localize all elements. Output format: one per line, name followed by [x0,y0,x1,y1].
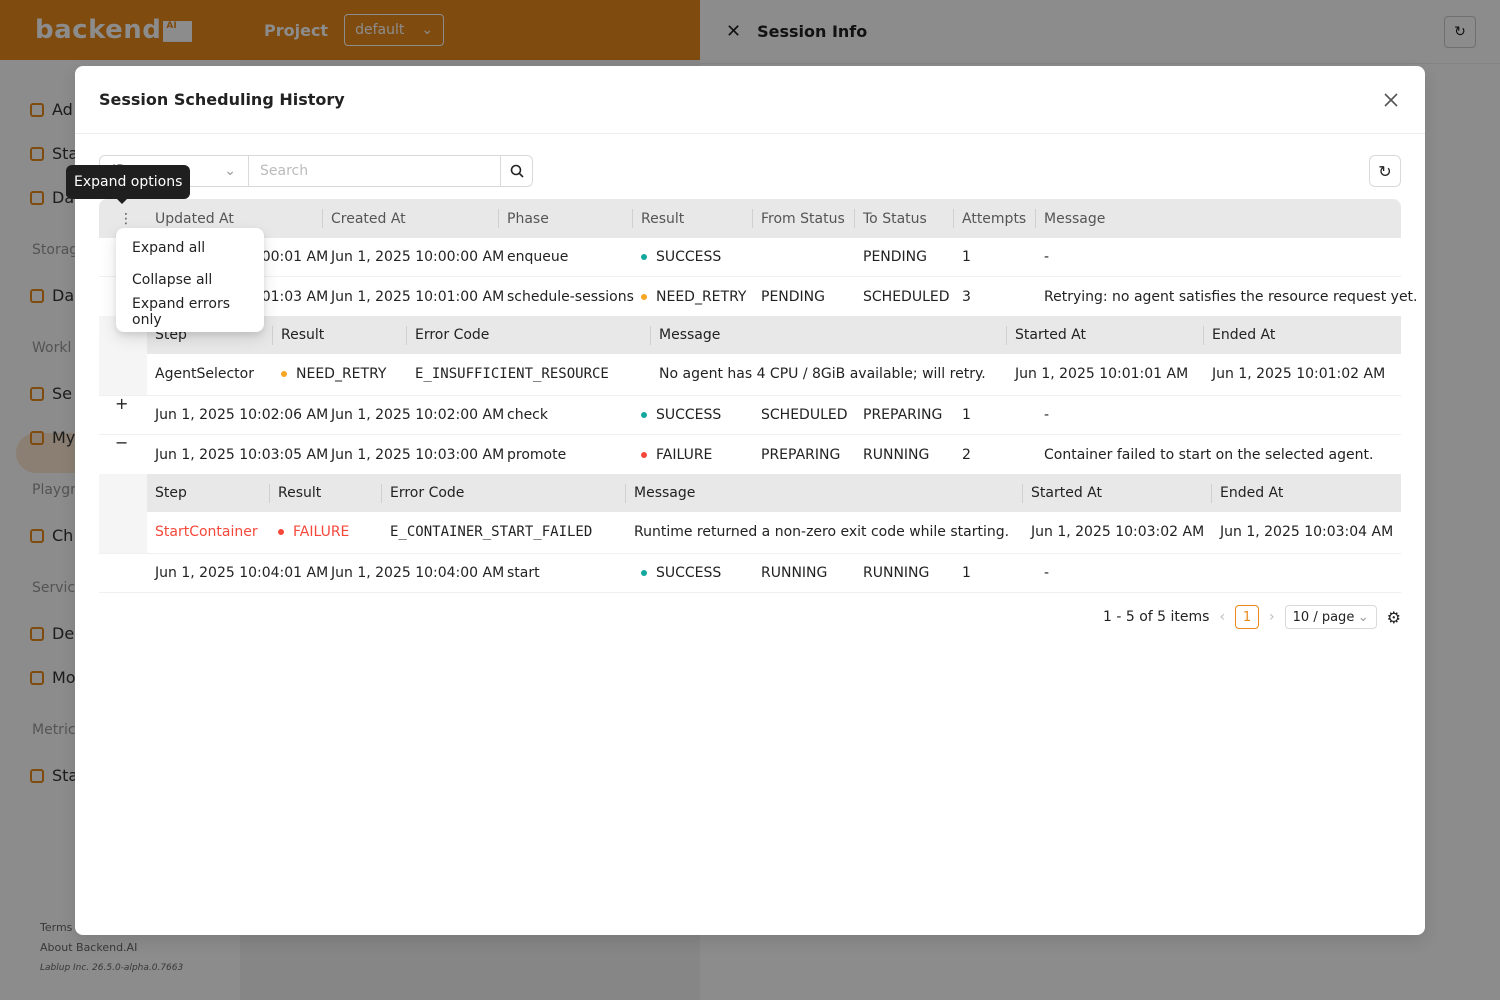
chevron-down-icon: ⌄ [224,163,236,179]
result-badge: SUCCESS [641,238,721,276]
expand-options-menu: Expand all Collapse all Expand errors on… [116,228,264,332]
column-header[interactable]: To Status [863,199,927,238]
collapse-row-button[interactable]: − [115,435,131,451]
column-header[interactable]: Phase [507,199,549,238]
status-dot [278,529,284,535]
status-dot [281,371,287,377]
modal-title: Session Scheduling History [99,90,345,109]
pagination: 1 - 5 of 5 items ‹ 1 › 10 / page ⌄ ⚙ [1103,605,1401,629]
column-header[interactable]: From Status [761,199,845,238]
result-badge: SUCCESS [641,396,721,434]
refresh-icon: ↻ [1378,161,1392,181]
table-row[interactable]: Jun 1, 2025 10:01:03 AM Jun 1, 2025 10:0… [99,277,1418,316]
menu-item-collapse-all[interactable]: Collapse all [116,264,264,296]
sub-table-row: AgentSelector NEED_RETRY E_INSUFFICIENT_… [147,354,1401,394]
sub-table-header: Step Result Error Code Message Started A… [147,474,1401,512]
pagination-summary: 1 - 5 of 5 items [1102,609,1210,625]
menu-item-expand-all[interactable]: Expand all [116,232,264,264]
scheduling-history-modal: Session Scheduling History ID ⌄ Search ↻… [75,66,1425,935]
result-badge: FAILURE [641,435,712,474]
status-dot [641,570,647,576]
refresh-button[interactable]: ↻ [1369,155,1401,187]
result-badge: SUCCESS [641,554,721,592]
page-size-select[interactable]: 10 / page ⌄ [1284,605,1377,629]
gear-icon[interactable]: ⚙ [1387,608,1401,627]
close-icon[interactable] [1381,90,1401,110]
table-header: ⋮ Updated At Created At Phase Result Fro… [99,199,1401,238]
status-dot [641,412,647,418]
chevron-left-icon[interactable]: ‹ [1219,609,1225,625]
status-dot [641,293,647,300]
result-badge: NEED_RETRY [281,354,386,394]
chevron-right-icon[interactable]: › [1269,609,1275,625]
search-input[interactable]: Search [249,155,501,187]
status-dot [641,254,647,260]
history-table: ⋮ Updated At Created At Phase Result Fro… [99,199,1418,593]
chevron-down-icon: ⌄ [1357,609,1369,625]
column-header[interactable]: Created At [331,199,406,238]
table-row[interactable]: Jun 1, 2025 10:00:01 AM Jun 1, 2025 10:0… [99,238,1401,277]
sub-table-header: Step Result Error Code Message Started A… [147,316,1401,354]
column-header[interactable]: Message [1044,199,1105,238]
menu-item-expand-errors-only[interactable]: Expand errors only [116,296,264,328]
expand-row-button[interactable]: + [115,396,131,412]
search-icon [510,164,524,178]
column-header[interactable]: Result [641,199,684,238]
expanded-row-steps: Step Result Error Code Message Started A… [99,474,1401,554]
expand-options-tooltip: Expand options [66,165,191,204]
sub-table-row: StartContainer FAILURE E_CONTAINER_START… [147,512,1401,552]
table-row[interactable]: − Jun 1, 2025 10:03:05 AM Jun 1, 2025 10… [99,435,1401,474]
expanded-row-steps: Step Result Error Code Message Started A… [99,316,1401,396]
column-header[interactable]: Attempts [962,199,1026,238]
page-button[interactable]: 1 [1235,605,1260,629]
result-badge: NEED_RETRY [641,277,746,316]
result-badge: FAILURE [278,512,349,552]
table-row[interactable]: + Jun 1, 2025 10:02:06 AM Jun 1, 2025 10… [99,396,1401,435]
search-button[interactable] [501,155,533,187]
status-dot [641,451,647,458]
table-row[interactable]: Jun 1, 2025 10:04:01 AM Jun 1, 2025 10:0… [99,554,1401,593]
